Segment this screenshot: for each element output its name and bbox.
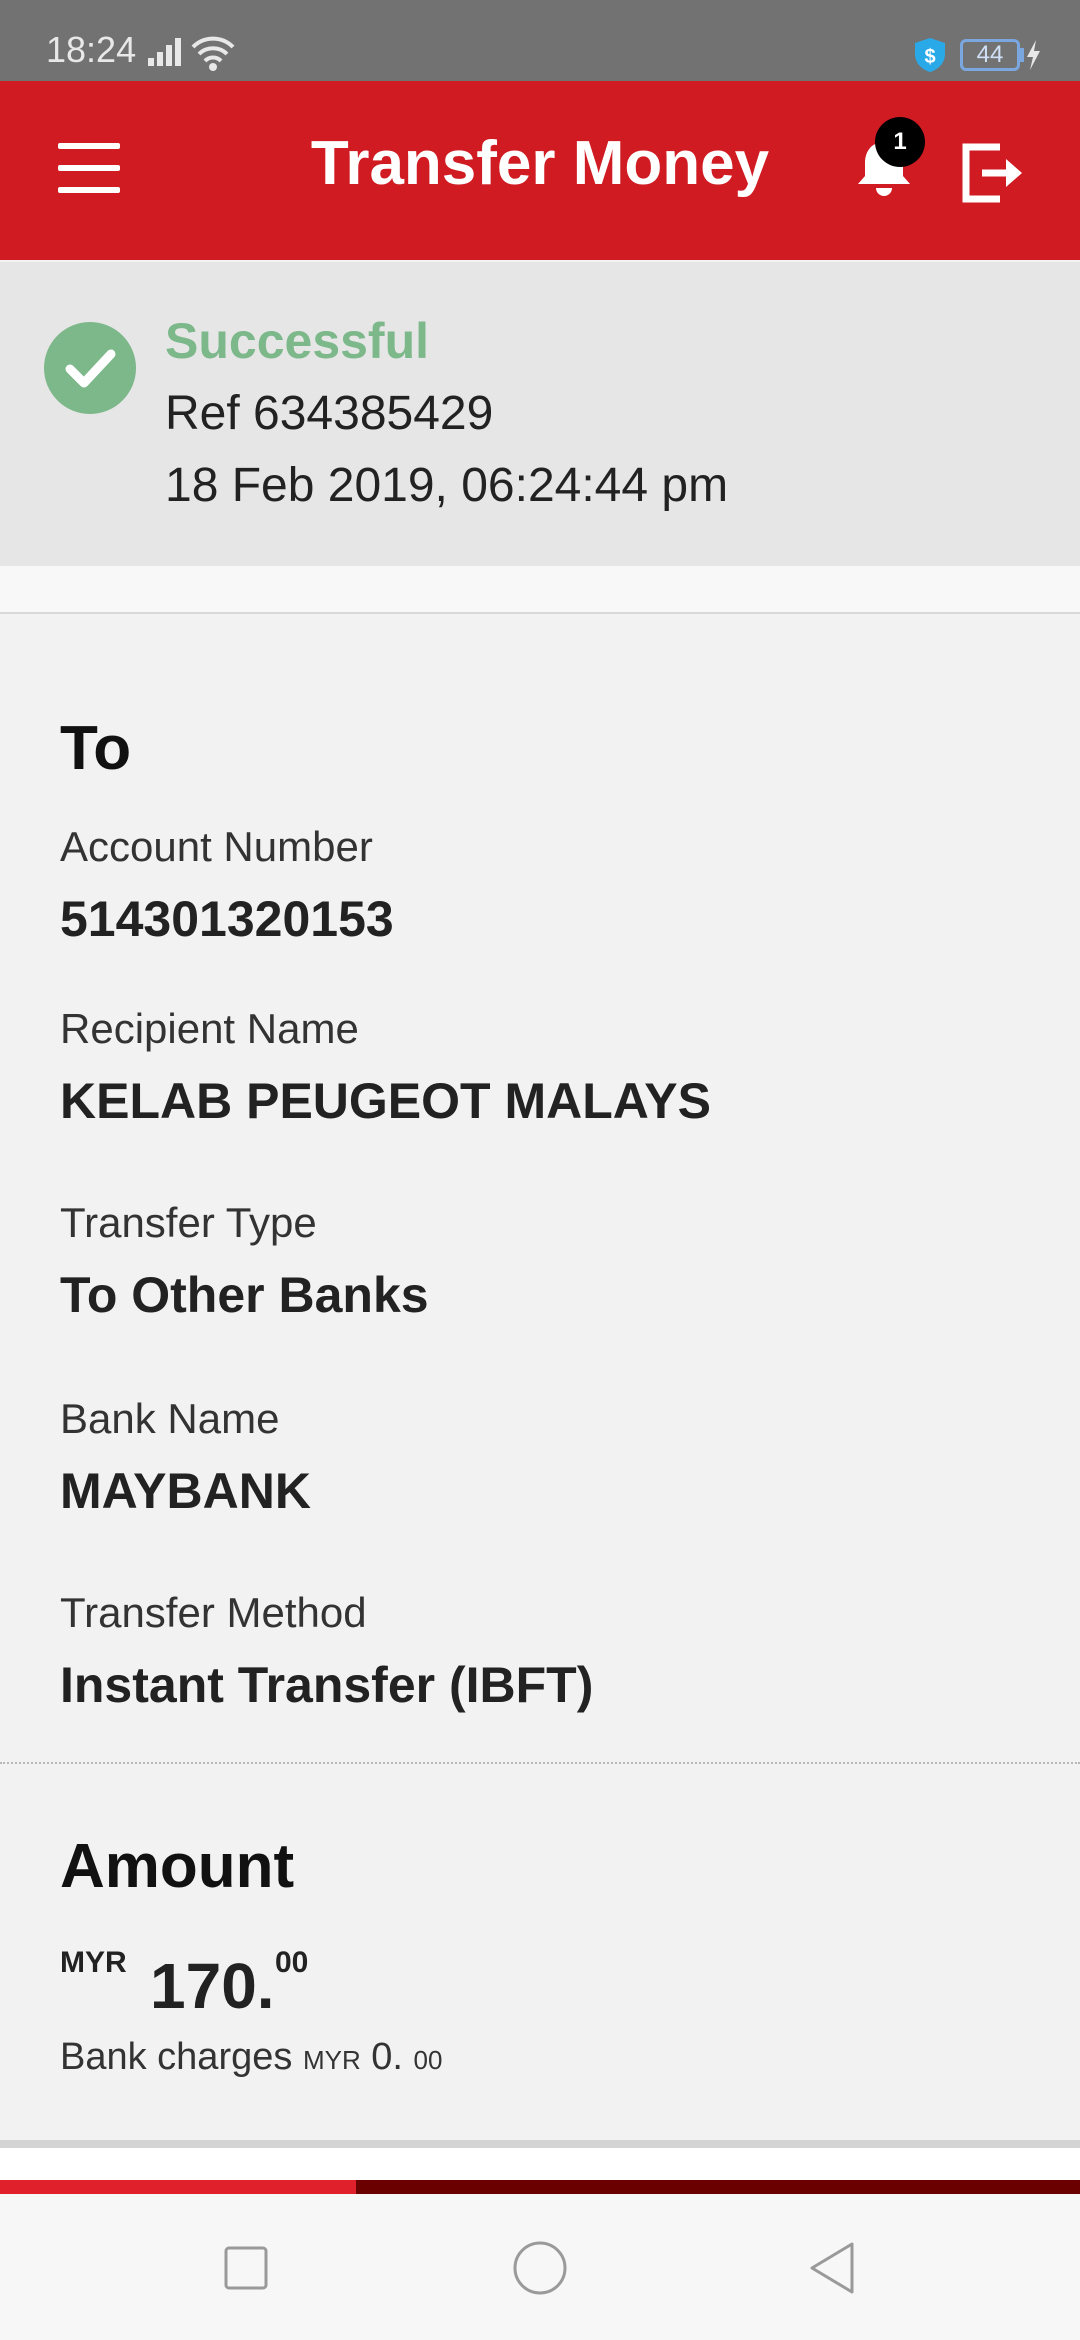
system-nav-bar xyxy=(0,2194,1080,2340)
transaction-timestamp: 18 Feb 2019, 06:24:44 pm xyxy=(165,459,729,512)
status-time: 18:24 xyxy=(46,29,137,70)
reference-number: Ref 634385429 xyxy=(165,387,494,440)
notification-badge: 1 xyxy=(875,117,925,167)
divider xyxy=(0,1762,1080,1764)
amount-heading: Amount xyxy=(60,1832,295,1901)
bank-name-value: MAYBANK xyxy=(60,1463,311,1519)
app-header: Transfer Money 1 xyxy=(0,81,1080,260)
check-circle-icon xyxy=(44,322,136,414)
shield-dollar-icon: $ xyxy=(915,38,945,72)
charging-icon xyxy=(1027,40,1040,70)
logout-icon[interactable] xyxy=(960,139,1028,207)
section-separator xyxy=(0,566,1080,614)
recipient-name-value: KELAB PEUGEOT MALAYS xyxy=(60,1073,712,1129)
battery-level: 44 xyxy=(976,41,1004,68)
charges-currency: MYR xyxy=(302,2045,361,2075)
transfer-method-label: Transfer Method xyxy=(60,1589,367,1636)
status-text: Successful xyxy=(165,313,430,369)
amount-currency: MYR xyxy=(60,1946,127,1979)
wifi-icon xyxy=(191,36,235,71)
charges-major: 0. xyxy=(371,2036,403,2078)
transfer-type-value: To Other Banks xyxy=(60,1267,429,1323)
transaction-result-panel: Successful Ref 634385429 18 Feb 2019, 06… xyxy=(0,262,1080,566)
account-number-value: 514301320153 xyxy=(60,891,394,947)
bottom-shadow xyxy=(0,2140,1080,2148)
transfer-method-value: Instant Transfer (IBFT) xyxy=(60,1657,594,1713)
bottom-strip xyxy=(0,2148,1080,2180)
status-bar: 18:24 $ 44 xyxy=(0,0,1080,81)
account-number-label: Account Number xyxy=(60,823,373,870)
amount-minor: 00 xyxy=(275,1946,309,1979)
loading-progress-bar xyxy=(0,2180,1080,2194)
transfer-type-label: Transfer Type xyxy=(60,1199,317,1246)
loading-progress-fill xyxy=(0,2180,357,2194)
signal-icon xyxy=(148,38,181,66)
home-circle-icon[interactable] xyxy=(508,2236,572,2300)
recipient-name-label: Recipient Name xyxy=(60,1005,359,1052)
charges-minor: 00 xyxy=(413,2045,443,2075)
recents-square-icon[interactable] xyxy=(214,2236,278,2300)
battery-icon: 44 xyxy=(960,39,1020,71)
bank-charges: Bank charges MYR 0. 00 xyxy=(60,2038,442,2076)
amount-major: 170. xyxy=(150,1950,275,2022)
bank-name-label: Bank Name xyxy=(60,1395,280,1442)
back-triangle-icon[interactable] xyxy=(802,2236,866,2300)
transfer-details: To Account Number 514301320153 Recipient… xyxy=(0,614,1080,1764)
charges-label: Bank charges xyxy=(60,2036,293,2078)
recipient-heading: To xyxy=(60,714,132,783)
svg-text:$: $ xyxy=(924,46,935,68)
